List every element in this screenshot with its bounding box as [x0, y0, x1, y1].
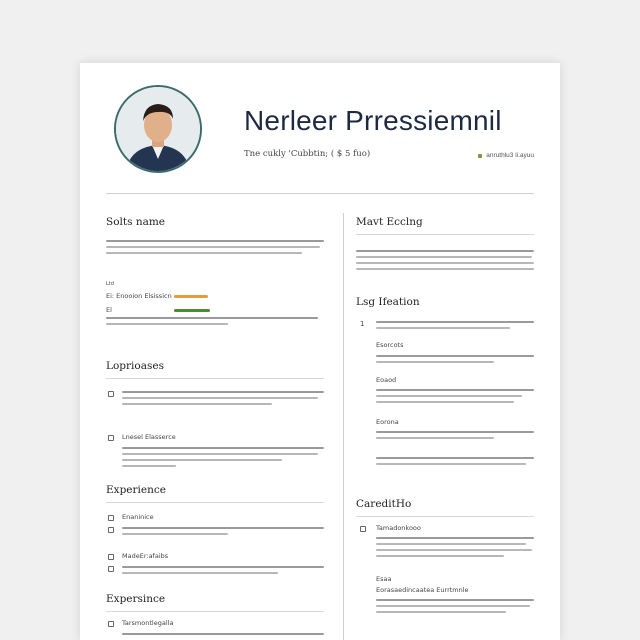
expertise-item-label: Tarsmontlegalla: [122, 619, 174, 627]
certification-divider: [356, 516, 534, 517]
bullet-icon: [108, 527, 114, 533]
language-item-1-text: [122, 391, 324, 409]
work-divider: [356, 234, 534, 235]
certification-item-2-label: Esaa: [376, 575, 392, 583]
column-divider: [343, 213, 344, 640]
bullet-icon: [108, 554, 114, 560]
certification-item-3-text: [376, 599, 534, 617]
language-item-2-label: Lnesel Elasserce: [122, 433, 176, 441]
languages-divider: [106, 378, 324, 379]
skills-heading: Solts name: [106, 216, 166, 228]
skills-label-small: Ltd: [106, 281, 114, 287]
education-item-1-text: [376, 321, 534, 333]
avatar-photo-icon: [116, 87, 200, 171]
certification-item-3-label: Eorasaedincaatea Eurrtmnle: [376, 586, 469, 594]
education-sub-1-text: [376, 355, 534, 367]
education-sub-1-label: Esorcots: [376, 341, 404, 349]
full-name: Nerleer Prressiemnil: [244, 105, 502, 136]
experience-item-2-label: MadeEr:afaibs: [122, 552, 169, 560]
education-sub-3-text: [376, 431, 534, 443]
expertise-divider: [106, 611, 324, 612]
skills-summary-text: [106, 240, 324, 258]
education-number: 1: [360, 320, 365, 328]
experience-item-1-text: [122, 527, 324, 539]
bullet-icon: [108, 391, 114, 397]
experience-heading: Experience: [106, 484, 166, 496]
education-note-text: [376, 457, 534, 469]
avatar: [114, 85, 202, 173]
work-heading: Mavt Ecclng: [356, 216, 423, 228]
job-subtitle: Tne cukly 'Cubbtin; ( $ 5 fuo): [244, 149, 371, 159]
bullet-icon: [108, 566, 114, 572]
education-sub-2-text: [376, 389, 534, 407]
education-sub-3-label: Eorona: [376, 418, 399, 426]
bullet-icon: [360, 526, 366, 532]
skill-bar-1: [174, 295, 208, 298]
bullet-icon: [108, 515, 114, 521]
contact-marker-icon: [478, 153, 483, 158]
certification-item-1-label: Tamadonkooo: [376, 524, 421, 532]
bullet-icon: [108, 621, 114, 627]
experience-item-2-text: [122, 566, 324, 578]
skill-label-1: Ei: Enooion Elsissicn: [106, 292, 172, 300]
expertise-heading: Expersince: [106, 593, 166, 605]
skill-bar-2: [174, 309, 210, 312]
skill-label-2: El: [106, 306, 112, 314]
work-summary-text: [356, 250, 534, 274]
expertise-item-text: [122, 633, 324, 639]
resume-page: Nerleer Prressiemnil Tne cukly 'Cubbtin;…: [80, 63, 560, 640]
contact-info: anruthlu3 li.ayuu: [478, 152, 534, 159]
education-sub-2-label: Eoaod: [376, 376, 397, 384]
certification-heading: CareditHo: [356, 498, 412, 510]
header-divider: [106, 193, 534, 194]
education-heading: Lsg Ifeation: [356, 296, 420, 308]
skills-detail-text: [106, 317, 318, 329]
certification-item-1-text: [376, 537, 534, 561]
experience-divider: [106, 502, 324, 503]
contact-text: anruthlu3 li.ayuu: [486, 152, 534, 159]
bullet-icon: [108, 435, 114, 441]
experience-item-1-label: Enaninice: [122, 513, 154, 521]
language-item-2-text: [122, 447, 324, 471]
languages-heading: Loprioases: [106, 360, 164, 372]
